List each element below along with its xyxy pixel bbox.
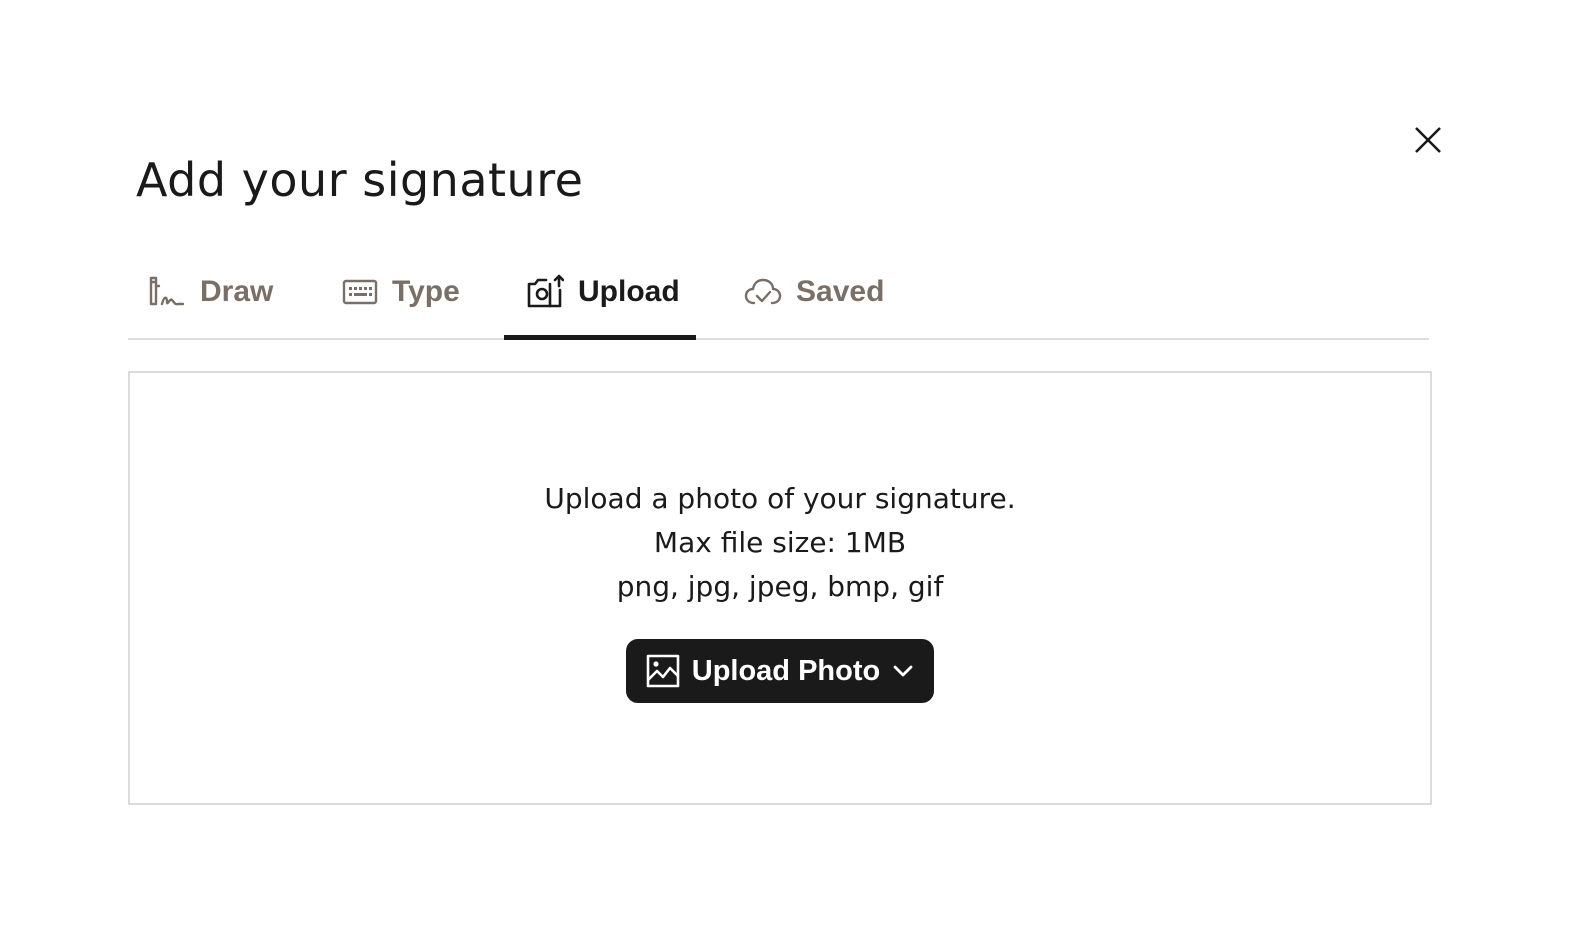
tab-saved-label: Saved: [796, 275, 885, 308]
signature-tabs: Draw Type Upload Saved: [128, 262, 1429, 340]
tab-saved[interactable]: Saved: [744, 262, 884, 338]
signature-dialog: Add your signature Draw Type Upload Save…: [0, 0, 1572, 936]
pen-signature-icon: [148, 274, 186, 310]
upload-dropzone[interactable]: Upload a photo of your signature. Max fi…: [128, 371, 1432, 805]
max-file-size-text: Max file size: 1MB: [653, 526, 907, 559]
allowed-formats-text: png, jpg, jpeg, bmp, gif: [616, 570, 944, 603]
tab-upload-label: Upload: [578, 275, 680, 308]
upload-instructions: Upload a photo of your signature. Max fi…: [544, 477, 1015, 609]
close-icon: [1415, 127, 1441, 153]
image-icon: [646, 654, 680, 688]
keyboard-icon: [342, 278, 378, 306]
chevron-down-icon: [892, 664, 914, 678]
tab-upload[interactable]: Upload: [504, 262, 696, 340]
tab-draw-label: Draw: [200, 275, 274, 308]
tab-type-label: Type: [392, 275, 460, 308]
dialog-title: Add your signature: [136, 153, 584, 207]
tab-type[interactable]: Type: [342, 262, 460, 338]
upload-instruction-text: Upload a photo of your signature.: [544, 482, 1016, 515]
close-button[interactable]: [1408, 120, 1448, 160]
cloud-check-icon: [744, 277, 782, 307]
camera-upload-icon: [526, 274, 564, 310]
tab-draw[interactable]: Draw: [148, 262, 273, 338]
upload-photo-button[interactable]: Upload Photo: [626, 639, 934, 703]
upload-photo-label: Upload Photo: [691, 654, 881, 687]
